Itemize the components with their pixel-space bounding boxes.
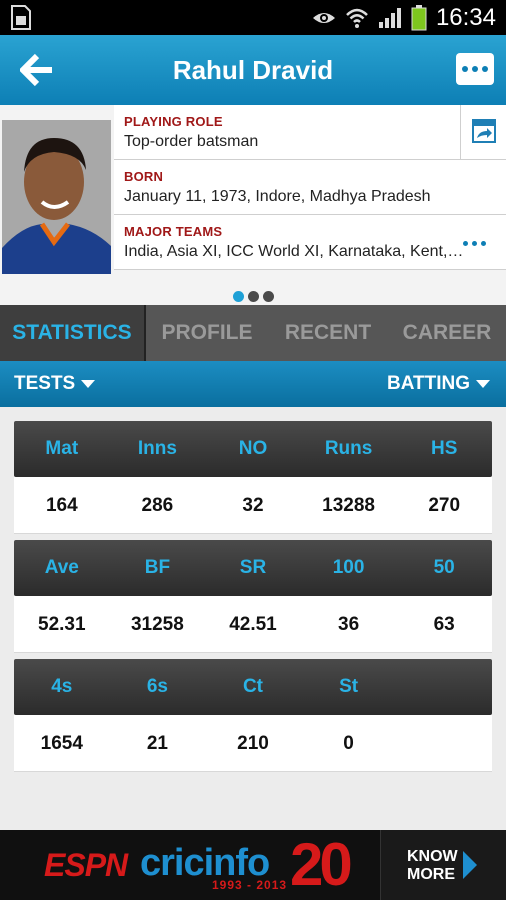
stats-value-cell: 21 (146, 733, 168, 754)
major-teams-more-icon[interactable] (463, 241, 486, 246)
playing-role-label: PLAYING ROLE (124, 114, 223, 129)
stats-value-cell: 32 (242, 495, 264, 516)
stats-header-cell: NO (238, 438, 268, 459)
news-share-icon (472, 119, 496, 143)
battery-icon (411, 4, 427, 30)
stats-table: Mat Inns NO Runs HS 164 286 32 13288 270… (0, 407, 506, 830)
stats-header-cell: Ct (242, 676, 264, 697)
app-bar: Rahul Dravid (0, 35, 506, 105)
espncricinfo-logo: ESPN cricinfo 20 1993 - 2013 (0, 830, 380, 900)
stats-value-cell: 270 (428, 495, 461, 516)
caret-down-icon (81, 380, 96, 388)
overflow-menu-button[interactable] (456, 53, 494, 85)
sim-card-icon (11, 5, 31, 30)
stats-value-cell: 13288 (322, 495, 375, 516)
playing-role-value: Top-order batsman (124, 133, 259, 150)
playing-role-row: PLAYING ROLE Top-order batsman (114, 105, 460, 160)
stats-header-cell: 100 (332, 557, 365, 578)
stats-value-cell (396, 715, 492, 771)
stats-header-cell: BF (144, 557, 171, 578)
know-more-line2: MORE (407, 866, 455, 883)
stats-header-cell: SR (239, 557, 267, 578)
stats-header-row: Mat Inns NO Runs HS (14, 421, 492, 477)
dot-icon (462, 66, 468, 72)
tab-career[interactable]: CAREER (388, 305, 506, 361)
stats-block: 4s 6s Ct St 1654 21 210 0 (14, 659, 492, 772)
stats-header-cell: Ave (44, 557, 79, 578)
player-profile-card: PLAYING ROLE Top-order batsman BORN Janu… (0, 105, 506, 305)
stats-value-cell: 63 (433, 614, 455, 635)
stats-value-row: 164 286 32 13288 270 (14, 477, 492, 534)
caret-down-icon (476, 380, 490, 388)
format-value: TESTS (14, 373, 76, 394)
stats-header-cell: 6s (146, 676, 168, 697)
stats-value-cell: 52.31 (38, 614, 86, 635)
tab-recent[interactable]: RECENT (268, 305, 388, 361)
stats-value-cell: 36 (338, 614, 360, 635)
tab-profile[interactable]: PROFILE (146, 305, 268, 361)
stats-block: Ave BF SR 100 50 52.31 31258 42.51 36 63 (14, 540, 492, 653)
born-label: BORN (124, 169, 164, 184)
major-teams-label: MAJOR TEAMS (124, 224, 223, 239)
section-tabs: STATISTICS PROFILE RECENT CAREER (0, 305, 506, 361)
pager-dot (262, 291, 274, 302)
stats-value-cell: 286 (141, 495, 174, 516)
player-photo (2, 120, 111, 274)
anniversary-years: 1993 - 2013 (212, 878, 288, 892)
know-more-line1: KNOW (407, 848, 458, 865)
format-dropdown[interactable]: TESTS (14, 361, 96, 407)
stats-filter-bar: TESTS BATTING (0, 361, 506, 407)
play-arrow-icon (463, 851, 477, 879)
stats-header-cell: Runs (324, 438, 373, 459)
tab-statistics[interactable]: STATISTICS (0, 305, 146, 361)
stats-header-cell: 50 (433, 557, 455, 578)
espn-wordmark: ESPN (44, 847, 128, 883)
stats-block: Mat Inns NO Runs HS 164 286 32 13288 270 (14, 421, 492, 534)
know-more-button[interactable]: KNOW MORE (380, 830, 506, 900)
stats-value-cell: 210 (237, 733, 269, 754)
wifi-icon (346, 8, 368, 28)
stats-value-cell: 164 (45, 495, 78, 516)
pager-dot (247, 291, 259, 302)
born-value: January 11, 1973, Indore, Madhya Pradesh (124, 188, 431, 205)
stats-header-row: Ave BF SR 100 50 (14, 540, 492, 596)
major-teams-row[interactable]: MAJOR TEAMS India, Asia XI, ICC World XI… (114, 215, 506, 270)
anniversary-mark: 20 (290, 831, 353, 898)
page-title: Rahul Dravid (172, 55, 334, 85)
stats-header-cell: 4s (51, 676, 73, 697)
eye-icon (312, 12, 335, 23)
footer-ad-banner[interactable]: ESPN cricinfo 20 1993 - 2013 KNOW MORE (0, 830, 506, 900)
stats-value-cell: 1654 (40, 733, 83, 754)
stats-value-row: 52.31 31258 42.51 36 63 (14, 596, 492, 653)
stats-value-row: 1654 21 210 0 (14, 715, 492, 772)
stats-header-row: 4s 6s Ct St (14, 659, 492, 715)
discipline-value: BATTING (386, 373, 470, 394)
stats-value-cell: 31258 (130, 614, 184, 635)
discipline-dropdown[interactable]: BATTING (387, 361, 490, 407)
pager-indicator (0, 291, 506, 302)
stats-header-cell: St (339, 676, 359, 697)
stats-value-cell: 0 (343, 733, 354, 754)
status-bar: 16:34 (0, 0, 506, 35)
born-row: BORN January 11, 1973, Indore, Madhya Pr… (114, 160, 506, 215)
stats-header-cell: HS (430, 438, 458, 459)
clock: 16:34 (435, 3, 496, 31)
stats-header-cell: Mat (45, 438, 79, 459)
signal-icon (378, 7, 401, 28)
major-teams-value: India, Asia XI, ICC World XI, Karnataka,… (124, 243, 466, 260)
pager-dot-active (232, 291, 244, 302)
stats-header-cell (396, 659, 492, 715)
stats-value-cell: 42.51 (229, 614, 277, 635)
stats-header-cell: Inns (137, 438, 177, 459)
dot-icon (482, 66, 488, 72)
dot-icon (472, 66, 478, 72)
news-button[interactable] (460, 105, 506, 160)
